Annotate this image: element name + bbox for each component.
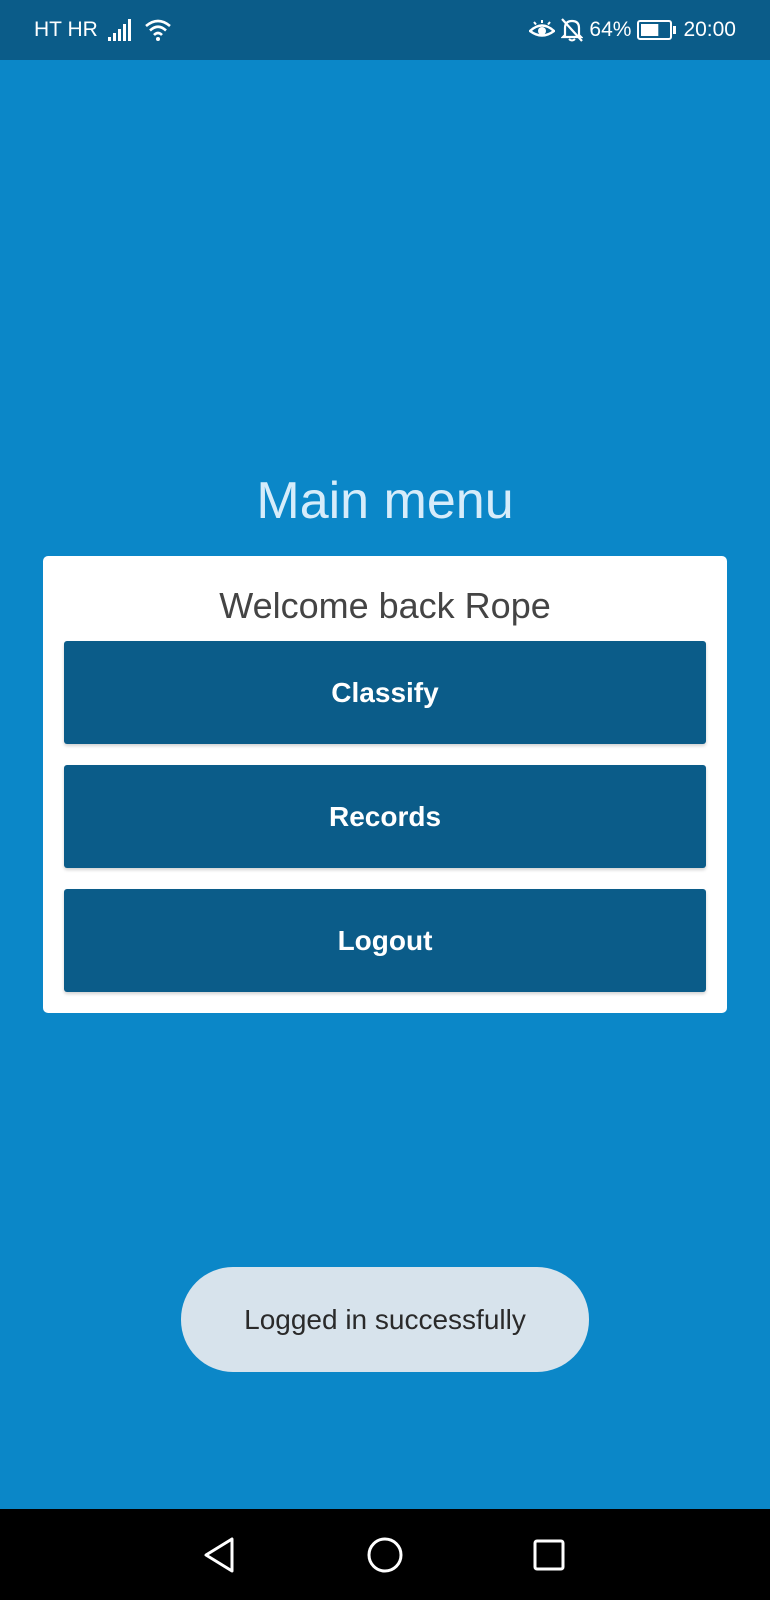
battery-percent: 64% — [589, 18, 632, 41]
bell-off-icon — [561, 18, 584, 42]
recents-icon[interactable] — [525, 1531, 573, 1579]
signal-icon — [107, 19, 134, 41]
welcome-message: Welcome back Rope — [219, 585, 551, 626]
page-title: Main menu — [256, 472, 514, 530]
toast-notification: Logged in successfully — [181, 1267, 589, 1372]
status-left: HT HR — [34, 18, 172, 42]
carrier-label: HT HR — [34, 18, 98, 41]
records-button[interactable]: Records — [64, 765, 706, 868]
eye-icon — [529, 20, 556, 40]
classify-button[interactable]: Classify — [64, 641, 706, 744]
back-icon[interactable] — [196, 1531, 244, 1579]
wifi-icon — [144, 18, 172, 42]
screen: HT HR 64% 20:00 Main menu Welcome back R… — [0, 0, 770, 1600]
main-menu-card: Welcome back Rope Classify Records Logou… — [43, 556, 727, 1013]
logout-button[interactable]: Logout — [64, 889, 706, 992]
navigation-bar — [0, 1509, 770, 1600]
toast-message: Logged in successfully — [244, 1303, 526, 1335]
status-bar: HT HR 64% 20:00 — [0, 0, 770, 60]
home-icon[interactable] — [361, 1531, 409, 1579]
battery-icon — [637, 19, 677, 41]
status-right: 64% 20:00 — [529, 18, 736, 42]
clock: 20:00 — [683, 18, 736, 41]
